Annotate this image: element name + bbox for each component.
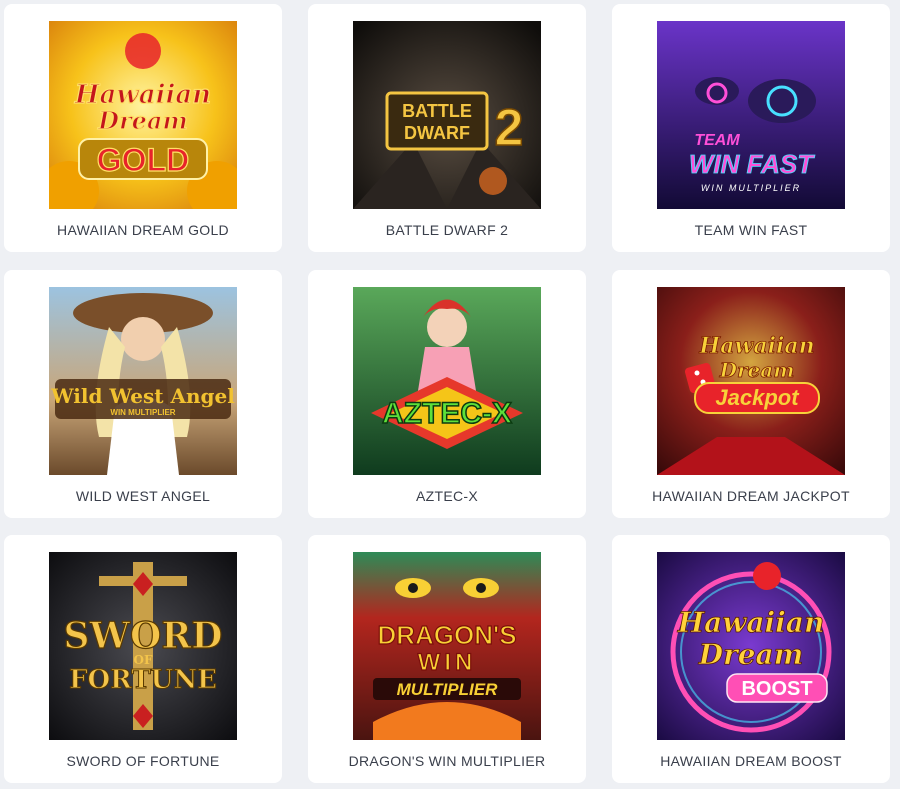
- game-title[interactable]: DRAGON'S WIN MULTIPLIER: [308, 753, 586, 769]
- svg-text:Wild West Angel: Wild West Angel: [50, 384, 235, 408]
- game-art: Hawaiian Dream GOLD: [49, 21, 237, 209]
- game-card-dragons-win-multiplier[interactable]: DRAGON'S WIN MULTIPLIER DRAGON'S WIN MUL…: [308, 535, 586, 783]
- svg-text:MULTIPLIER: MULTIPLIER: [397, 680, 498, 699]
- game-card-hawaiian-dream-jackpot[interactable]: Hawaiian Dream Jackpot HAWAIIAN DREAM JA…: [612, 270, 890, 518]
- game-title[interactable]: HAWAIIAN DREAM JACKPOT: [612, 488, 890, 504]
- svg-text:AZTEC-X: AZTEC-X: [382, 397, 512, 430]
- game-thumbnail[interactable]: SWORD OF FORTUNE: [49, 552, 237, 740]
- game-title[interactable]: SWORD OF FORTUNE: [4, 753, 282, 769]
- svg-text:Hawaiian: Hawaiian: [698, 333, 814, 359]
- game-title[interactable]: WILD WEST ANGEL: [4, 488, 282, 504]
- svg-text:DRAGON'S: DRAGON'S: [377, 620, 516, 650]
- game-grid: Hawaiian Dream GOLD HAWAIIAN DREAM GOLD: [0, 0, 900, 789]
- game-art: SWORD OF FORTUNE: [49, 552, 237, 740]
- svg-text:GOLD: GOLD: [97, 142, 189, 178]
- game-card-aztec-x[interactable]: AZTEC-X AZTEC-X: [308, 270, 586, 518]
- svg-text:FORTUNE: FORTUNE: [69, 665, 217, 695]
- game-art: TEAM WIN FAST WIN MULTIPLIER: [657, 21, 845, 209]
- game-thumbnail[interactable]: BATTLE DWARF 2: [353, 21, 541, 209]
- game-card-hawaiian-dream-boost[interactable]: Hawaiian Dream BOOST HAWAIIAN DREAM BOOS…: [612, 535, 890, 783]
- game-card-hawaiian-dream-gold[interactable]: Hawaiian Dream GOLD HAWAIIAN DREAM GOLD: [4, 4, 282, 252]
- svg-text:WIN: WIN: [418, 649, 477, 676]
- game-art: DRAGON'S WIN MULTIPLIER: [353, 552, 541, 740]
- svg-text:Dream: Dream: [719, 358, 795, 382]
- game-thumbnail[interactable]: DRAGON'S WIN MULTIPLIER: [353, 552, 541, 740]
- game-title[interactable]: HAWAIIAN DREAM GOLD: [4, 222, 282, 238]
- svg-text:Dream: Dream: [97, 106, 188, 135]
- svg-text:WIN MULTIPLIER: WIN MULTIPLIER: [110, 408, 175, 417]
- game-thumbnail[interactable]: AZTEC-X: [353, 287, 541, 475]
- game-title[interactable]: TEAM WIN FAST: [612, 222, 890, 238]
- game-art: AZTEC-X: [353, 287, 541, 475]
- game-thumbnail[interactable]: Wild West Angel WIN MULTIPLIER: [49, 287, 237, 475]
- game-thumbnail[interactable]: Hawaiian Dream BOOST: [657, 552, 845, 740]
- game-card-team-win-fast[interactable]: TEAM WIN FAST WIN MULTIPLIER TEAM WIN FA…: [612, 4, 890, 252]
- game-art: Hawaiian Dream BOOST: [657, 552, 845, 740]
- svg-text:SWORD: SWORD: [64, 615, 223, 657]
- svg-text:TEAM: TEAM: [694, 132, 740, 149]
- svg-text:BOOST: BOOST: [741, 678, 812, 700]
- game-thumbnail[interactable]: Hawaiian Dream GOLD: [49, 21, 237, 209]
- svg-text:DWARF: DWARF: [404, 123, 470, 143]
- game-art: BATTLE DWARF 2: [353, 21, 541, 209]
- svg-text:WIN FAST: WIN FAST: [689, 149, 815, 179]
- game-card-sword-of-fortune[interactable]: SWORD OF FORTUNE SWORD OF FORTUNE: [4, 535, 282, 783]
- svg-text:WIN MULTIPLIER: WIN MULTIPLIER: [701, 183, 801, 193]
- svg-text:2: 2: [495, 99, 524, 157]
- game-art: Wild West Angel WIN MULTIPLIER: [49, 287, 237, 475]
- game-title[interactable]: HAWAIIAN DREAM BOOST: [612, 753, 890, 769]
- svg-text:Dream: Dream: [698, 638, 804, 671]
- svg-text:BATTLE: BATTLE: [402, 101, 472, 121]
- svg-text:Hawaiian: Hawaiian: [677, 606, 825, 639]
- game-thumbnail[interactable]: Hawaiian Dream Jackpot: [657, 287, 845, 475]
- game-card-wild-west-angel[interactable]: Wild West Angel WIN MULTIPLIER WILD WEST…: [4, 270, 282, 518]
- svg-text:Jackpot: Jackpot: [715, 385, 800, 410]
- game-thumbnail[interactable]: TEAM WIN FAST WIN MULTIPLIER: [657, 21, 845, 209]
- game-title[interactable]: AZTEC-X: [308, 488, 586, 504]
- game-art: Hawaiian Dream Jackpot: [657, 287, 845, 475]
- game-title[interactable]: BATTLE DWARF 2: [308, 222, 586, 238]
- game-card-battle-dwarf-2[interactable]: BATTLE DWARF 2 BATTLE DWARF 2: [308, 4, 586, 252]
